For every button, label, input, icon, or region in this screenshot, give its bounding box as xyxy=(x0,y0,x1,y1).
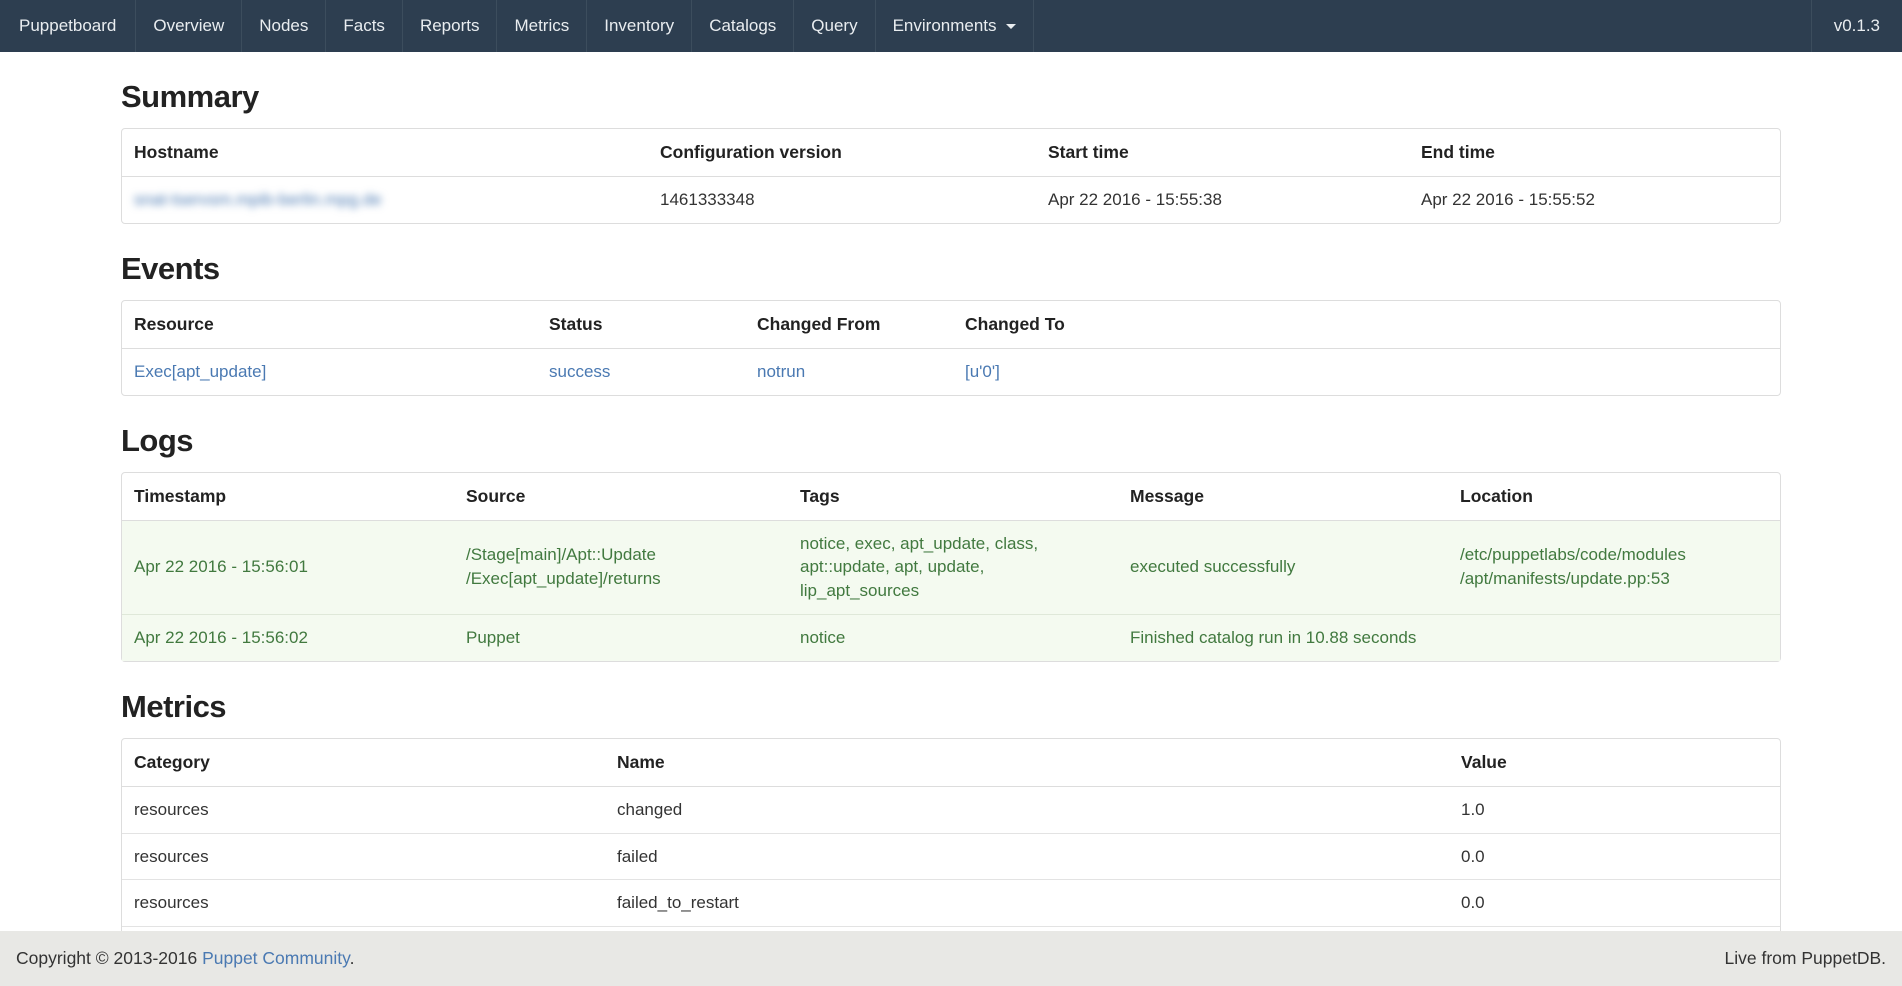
metric-name-cell: failed xyxy=(605,834,1449,881)
logs-column-message: Message xyxy=(1118,473,1448,521)
nav-item-inventory[interactable]: Inventory xyxy=(587,0,692,52)
metrics-column-value: Value xyxy=(1449,739,1780,787)
events-column-changed-from: Changed From xyxy=(745,301,953,349)
end-time-cell: Apr 22 2016 - 15:55:52 xyxy=(1409,177,1780,223)
metric-row: resources failed 0.0 xyxy=(122,834,1780,881)
environments-dropdown[interactable]: Environments xyxy=(876,0,1034,52)
config-version-cell: 1461333348 xyxy=(648,177,1036,223)
logs-header-row: Timestamp Source Tags Message Location xyxy=(122,473,1780,521)
log-tags-cell: notice, exec, apt_update, class, apt::up… xyxy=(788,521,1118,615)
metric-category-cell: resources xyxy=(122,787,605,834)
log-message-cell: Finished catalog run in 10.88 seconds xyxy=(1118,615,1448,661)
log-location-cell: /etc/puppetlabs/code/modules /apt/manife… xyxy=(1448,521,1780,615)
events-column-changed-to: Changed To xyxy=(953,301,1780,349)
nav-item-nodes[interactable]: Nodes xyxy=(242,0,326,52)
log-row: Apr 22 2016 - 15:56:01 /Stage[main]/Apt:… xyxy=(122,521,1780,615)
copyright-suffix: . xyxy=(350,948,355,968)
event-row: Exec[apt_update] success notrun [u'0'] xyxy=(122,349,1780,395)
log-message-cell: executed successfully xyxy=(1118,521,1448,615)
metrics-section-title: Metrics xyxy=(121,689,1781,725)
events-header-row: Resource Status Changed From Changed To xyxy=(122,301,1780,349)
metric-value-cell: 1.0 xyxy=(1449,787,1780,834)
live-from-puppetdb-text: Live from PuppetDB. xyxy=(1725,948,1886,969)
events-column-resource: Resource xyxy=(122,301,537,349)
metric-category-cell: resources xyxy=(122,880,605,927)
events-table: Resource Status Changed From Changed To … xyxy=(121,300,1781,396)
summary-column-start-time: Start time xyxy=(1036,129,1409,177)
events-section-title: Events xyxy=(121,251,1781,287)
start-time-cell: Apr 22 2016 - 15:55:38 xyxy=(1036,177,1409,223)
log-location-cell xyxy=(1448,615,1780,661)
event-changed-from-link[interactable]: notrun xyxy=(757,362,805,381)
nav-item-catalogs[interactable]: Catalogs xyxy=(692,0,794,52)
logs-column-timestamp: Timestamp xyxy=(122,473,454,521)
metric-value-cell: 0.0 xyxy=(1449,880,1780,927)
metrics-column-category: Category xyxy=(122,739,605,787)
puppet-community-link[interactable]: Puppet Community xyxy=(202,948,350,968)
nav-brand-puppetboard[interactable]: Puppetboard xyxy=(0,0,136,52)
summary-row: snat-tservsm.mpib-berlin.mpg.de 14613333… xyxy=(122,177,1780,223)
metric-row: resources failed_to_restart 0.0 xyxy=(122,880,1780,927)
logs-column-location: Location xyxy=(1448,473,1780,521)
metric-name-cell: changed xyxy=(605,787,1449,834)
hostname-link[interactable]: snat-tservsm.mpib-berlin.mpg.de xyxy=(134,190,382,209)
caret-down-icon xyxy=(1006,24,1016,29)
log-row: Apr 22 2016 - 15:56:02 Puppet notice Fin… xyxy=(122,615,1780,661)
nav-item-reports[interactable]: Reports xyxy=(403,0,498,52)
summary-column-end-time: End time xyxy=(1409,129,1780,177)
version-label: v0.1.3 xyxy=(1811,0,1902,52)
summary-section-title: Summary xyxy=(121,79,1781,115)
main-content: Summary Hostname Configuration version S… xyxy=(121,79,1781,970)
logs-column-tags: Tags xyxy=(788,473,1118,521)
nav-item-overview[interactable]: Overview xyxy=(136,0,242,52)
event-resource-link[interactable]: Exec[apt_update] xyxy=(134,362,266,381)
logs-section-title: Logs xyxy=(121,423,1781,459)
copyright-text: Copyright © 2013-2016 Puppet Community. xyxy=(16,948,354,969)
log-tags-cell: notice xyxy=(788,615,1118,661)
event-changed-to-link[interactable]: [u'0'] xyxy=(965,362,1000,381)
summary-column-config-version: Configuration version xyxy=(648,129,1036,177)
log-source-cell: Puppet xyxy=(454,615,788,661)
log-timestamp-cell: Apr 22 2016 - 15:56:01 xyxy=(122,521,454,615)
summary-table: Hostname Configuration version Start tim… xyxy=(121,128,1781,224)
metrics-header-row: Category Name Value xyxy=(122,739,1780,787)
footer: Copyright © 2013-2016 Puppet Community. … xyxy=(0,931,1902,986)
summary-column-hostname: Hostname xyxy=(122,129,648,177)
metric-value-cell: 0.0 xyxy=(1449,834,1780,881)
metrics-column-name: Name xyxy=(605,739,1449,787)
metric-row: resources changed 1.0 xyxy=(122,787,1780,834)
environments-dropdown-label: Environments xyxy=(893,0,997,52)
metric-category-cell: resources xyxy=(122,834,605,881)
events-column-status: Status xyxy=(537,301,745,349)
event-status-link[interactable]: success xyxy=(549,362,610,381)
navbar: Puppetboard Overview Nodes Facts Reports… xyxy=(0,0,1902,52)
navbar-spacer xyxy=(1034,0,1811,52)
logs-column-source: Source xyxy=(454,473,788,521)
logs-table: Timestamp Source Tags Message Location A… xyxy=(121,472,1781,662)
log-source-cell: /Stage[main]/Apt::Update /Exec[apt_updat… xyxy=(454,521,788,615)
summary-header-row: Hostname Configuration version Start tim… xyxy=(122,129,1780,177)
copyright-prefix: Copyright © 2013-2016 xyxy=(16,948,202,968)
log-timestamp-cell: Apr 22 2016 - 15:56:02 xyxy=(122,615,454,661)
nav-item-metrics[interactable]: Metrics xyxy=(497,0,587,52)
nav-item-facts[interactable]: Facts xyxy=(326,0,403,52)
metric-name-cell: failed_to_restart xyxy=(605,880,1449,927)
nav-item-query[interactable]: Query xyxy=(794,0,875,52)
